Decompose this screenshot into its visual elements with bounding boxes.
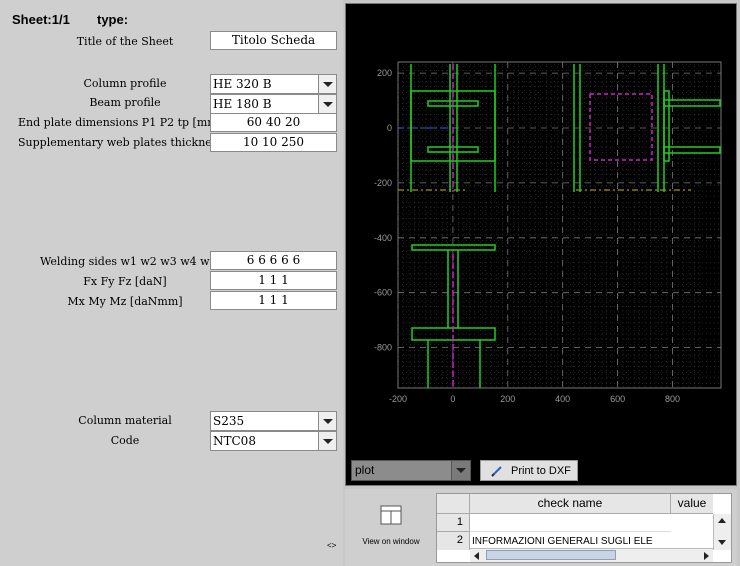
column-profile-value: HE 320 B bbox=[213, 77, 272, 91]
welding-label: Welding sides w1 w2 w3 w4 w5 bbox=[40, 255, 217, 268]
beam-profile-select[interactable]: HE 180 B bbox=[210, 94, 337, 114]
moments-label: Mx My Mz [daNmm] bbox=[67, 295, 183, 308]
row-number: 2 bbox=[437, 532, 470, 550]
y-tick-label: 200 bbox=[377, 68, 392, 78]
y-tick-label: 0 bbox=[387, 123, 392, 133]
title-field[interactable]: Titolo Scheda bbox=[210, 31, 337, 50]
forces-label: Fx Fy Fz [daN] bbox=[83, 275, 167, 288]
horizontal-scrollbar[interactable] bbox=[470, 548, 713, 562]
x-tick-label: 0 bbox=[450, 394, 455, 404]
plot-panel: -200 0 200 400 600 800 200 0 -200 -400 -600 -800 bbox=[345, 3, 737, 486]
pen-icon bbox=[491, 466, 502, 477]
y-tick-label: -600 bbox=[374, 288, 392, 298]
column-material-value: S235 bbox=[213, 414, 245, 428]
column-material-select[interactable]: S235 bbox=[210, 411, 337, 431]
code-label: Code bbox=[110, 434, 140, 447]
beam-profile-label: Beam profile bbox=[89, 96, 161, 109]
end-plate-label: End plate dimensions P1 P2 tp [mm] bbox=[18, 116, 222, 129]
welding-field[interactable]: 6 6 6 6 6 bbox=[210, 251, 337, 270]
scroll-up-icon[interactable] bbox=[718, 518, 726, 523]
chevron-down-icon bbox=[323, 102, 333, 107]
view-on-window-label: View on window bbox=[362, 537, 420, 546]
type-label: type: bbox=[97, 12, 129, 27]
plot-select-dropdown-button[interactable] bbox=[451, 461, 470, 480]
scroll-left-icon[interactable] bbox=[474, 552, 479, 560]
window-icon bbox=[380, 505, 402, 525]
y-tick-label: -200 bbox=[374, 178, 392, 188]
print-dxf-label: Print to DXF bbox=[511, 465, 571, 477]
web-plates-field[interactable]: 10 10 250 bbox=[210, 133, 337, 152]
end-plate-field[interactable]: 60 40 20 bbox=[210, 113, 337, 132]
check-table: check name value 1 2 INFORMAZIONI GENERA… bbox=[436, 493, 732, 563]
print-dxf-button[interactable]: Print to DXF bbox=[480, 460, 578, 481]
drawing-canvas[interactable]: -200 0 200 400 600 800 200 0 -200 -400 -600 -800 bbox=[346, 4, 736, 485]
scroll-thumb[interactable] bbox=[486, 550, 616, 560]
x-tick-label: 400 bbox=[555, 394, 570, 404]
view-on-window-button[interactable]: View on window bbox=[359, 499, 423, 551]
moments-field[interactable]: 1 1 1 bbox=[210, 291, 337, 310]
x-tick-label: 200 bbox=[500, 394, 515, 404]
beam-profile-value: HE 180 B bbox=[213, 97, 272, 111]
chevron-down-icon bbox=[323, 439, 333, 444]
column-profile-dropdown-button[interactable] bbox=[318, 75, 336, 93]
column-material-dropdown-button[interactable] bbox=[318, 412, 336, 430]
y-tick-label: -800 bbox=[374, 343, 392, 353]
chevron-down-icon bbox=[456, 468, 466, 473]
title-label: Title of the Sheet bbox=[76, 35, 174, 48]
table-cell-name[interactable] bbox=[470, 514, 671, 532]
resize-handle[interactable]: <> bbox=[327, 541, 336, 550]
code-select[interactable]: NTC08 bbox=[210, 431, 337, 451]
column-header-check-name[interactable]: check name bbox=[470, 494, 671, 514]
chevron-down-icon bbox=[323, 82, 333, 87]
vertical-scrollbar[interactable] bbox=[713, 514, 731, 550]
column-material-label: Column material bbox=[78, 414, 172, 427]
x-tick-label: -200 bbox=[389, 394, 407, 404]
web-plates-label: Supplementary web plates thicknesses: bbox=[18, 136, 239, 149]
plot-select-value: plot bbox=[355, 463, 375, 477]
x-tick-label: 800 bbox=[665, 394, 680, 404]
beam-profile-dropdown-button[interactable] bbox=[318, 95, 336, 113]
y-tick-label: -400 bbox=[374, 233, 392, 243]
table-cell-name[interactable]: INFORMAZIONI GENERALI SUGLI ELE bbox=[472, 536, 671, 548]
plot-select[interactable]: plot bbox=[351, 460, 471, 481]
table-corner bbox=[437, 494, 470, 514]
input-form-panel: Sheet:1/1 type: Title of the Sheet Titol… bbox=[0, 0, 343, 566]
chevron-down-icon bbox=[323, 419, 333, 424]
forces-field[interactable]: 1 1 1 bbox=[210, 271, 337, 290]
column-profile-select[interactable]: HE 320 B bbox=[210, 74, 337, 94]
code-dropdown-button[interactable] bbox=[318, 432, 336, 450]
row-number: 1 bbox=[437, 514, 470, 532]
scroll-down-icon[interactable] bbox=[718, 540, 726, 545]
scroll-right-icon[interactable] bbox=[704, 552, 709, 560]
sheet-indicator: Sheet:1/1 bbox=[12, 12, 70, 27]
x-tick-label: 600 bbox=[610, 394, 625, 404]
column-profile-label: Column profile bbox=[83, 77, 167, 90]
column-header-value[interactable]: value bbox=[671, 494, 713, 514]
code-value: NTC08 bbox=[213, 434, 256, 448]
results-panel: View on window check name value 1 2 INFO… bbox=[345, 489, 737, 566]
